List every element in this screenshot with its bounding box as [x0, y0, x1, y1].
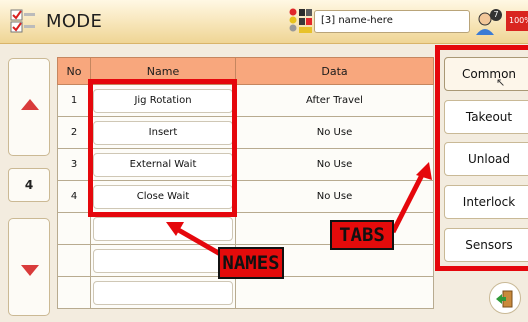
- column-header-data: Data: [235, 57, 434, 85]
- page-number: 4: [8, 168, 50, 202]
- name-button[interactable]: [93, 216, 233, 241]
- status-indicator-icon: [289, 8, 312, 33]
- battery-status: 100%: [506, 11, 528, 31]
- column-header-no: No: [57, 57, 91, 85]
- program-name-field[interactable]: [3] name-here: [314, 10, 470, 33]
- exit-door-icon: [496, 290, 513, 308]
- arrow-down-icon: [21, 265, 39, 276]
- arrow-up-icon: [21, 99, 39, 110]
- name-cell[interactable]: [90, 244, 236, 277]
- names-annotation-label: NAMES: [218, 247, 284, 279]
- name-cell[interactable]: [90, 212, 236, 245]
- row-number: [57, 212, 91, 245]
- name-button[interactable]: [93, 280, 233, 305]
- name-button[interactable]: [93, 248, 233, 273]
- data-cell[interactable]: No Use: [235, 180, 434, 213]
- mode-checklist-icon: [10, 9, 35, 33]
- scroll-panel: 4: [0, 45, 55, 322]
- row-number: 4: [57, 180, 91, 213]
- title-bar: MODE [3] name-here 7 100%: [0, 0, 528, 44]
- table-row[interactable]: [57, 276, 434, 309]
- row-number: [57, 276, 91, 309]
- names-highlight-box: [88, 79, 237, 217]
- row-number: 2: [57, 116, 91, 149]
- row-number: 3: [57, 148, 91, 181]
- row-number: [57, 244, 91, 277]
- name-cell[interactable]: [90, 276, 236, 309]
- data-cell[interactable]: No Use: [235, 148, 434, 181]
- data-cell[interactable]: No Use: [235, 116, 434, 149]
- page-title: MODE: [46, 11, 103, 32]
- exit-button[interactable]: [489, 282, 521, 314]
- tabs-annotation-label: TABS: [330, 220, 394, 250]
- data-cell[interactable]: After Travel: [235, 84, 434, 117]
- data-cell[interactable]: [235, 276, 434, 309]
- scroll-down-button[interactable]: [8, 218, 50, 316]
- user-level-badge: 7: [490, 9, 502, 21]
- scroll-up-button[interactable]: [8, 58, 50, 156]
- row-number: 1: [57, 84, 91, 117]
- tabs-highlight-box: [435, 45, 528, 271]
